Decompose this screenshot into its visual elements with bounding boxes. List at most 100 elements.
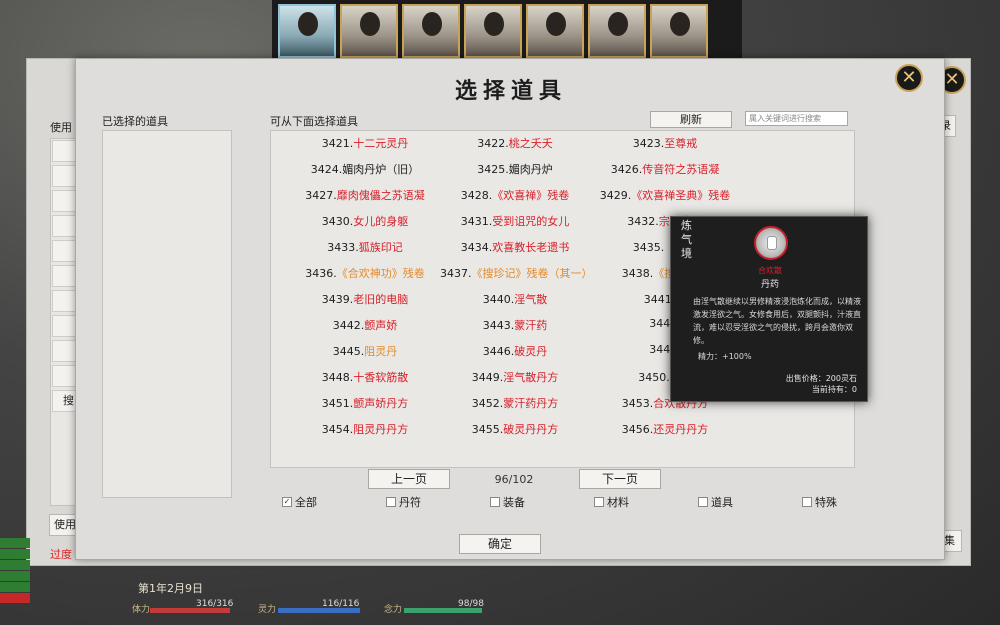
- filter-talisman-checkbox[interactable]: 丹符: [386, 494, 421, 510]
- item-entry[interactable]: 3439.老旧的电脑: [290, 291, 440, 307]
- background-list-row[interactable]: [52, 165, 76, 187]
- item-number: 3428.: [460, 189, 493, 202]
- item-entry[interactable]: 3445.阻灵丹: [290, 343, 440, 359]
- item-name: 狐族印记: [358, 241, 403, 254]
- item-entry[interactable]: 3456.还灵丹丹方: [590, 421, 740, 437]
- confirm-button[interactable]: 确定: [459, 534, 541, 554]
- item-entry[interactable]: 3448.十香软筋散: [290, 369, 440, 385]
- filter-label: 丹符: [399, 496, 421, 509]
- item-number: 3455.: [471, 423, 504, 436]
- item-name: 破灵丹: [514, 345, 548, 358]
- item-entry[interactable]: 3449.淫气散丹方: [440, 369, 590, 385]
- item-entry[interactable]: 3431.受到诅咒的女儿: [440, 213, 590, 229]
- item-name: 阻灵丹丹方: [353, 423, 409, 436]
- item-number: 3430.: [321, 215, 354, 228]
- filter-item-checkbox[interactable]: 道具: [698, 494, 733, 510]
- item-entry[interactable]: 3426.传音符之苏语凝: [590, 161, 740, 177]
- item-entry[interactable]: 3423.至尊戒: [590, 135, 740, 151]
- tooltip-price: 出售价格：200灵石: [785, 374, 857, 383]
- available-items-label: 可从下面选择道具: [270, 115, 358, 128]
- item-number: 3426.: [610, 163, 643, 176]
- background-list-row[interactable]: [52, 365, 76, 387]
- background-list-row[interactable]: [52, 290, 76, 312]
- background-use-button[interactable]: 使用: [49, 514, 77, 536]
- item-name: 蒙汗药丹方: [503, 397, 559, 410]
- item-number: 3442.: [332, 319, 365, 332]
- filter-label: 道具: [711, 496, 733, 509]
- item-name: 受到诅咒的女儿: [492, 215, 570, 228]
- next-page-button[interactable]: 下一页: [579, 469, 661, 489]
- filter-all-checkbox[interactable]: ✓ 全部: [282, 494, 317, 510]
- character-portrait[interactable]: [402, 4, 460, 58]
- refresh-button[interactable]: 刷新: [650, 111, 732, 128]
- item-number: 3434.: [460, 241, 493, 254]
- item-entry[interactable]: 3433.狐族印记: [290, 239, 440, 255]
- background-list-row[interactable]: [52, 340, 76, 362]
- sp-label: 念力: [384, 605, 403, 615]
- item-entry[interactable]: 3425.媚肉丹炉: [440, 161, 590, 177]
- character-portrait[interactable]: [464, 4, 522, 58]
- hp-label: 体力: [132, 605, 151, 615]
- character-portrait[interactable]: [340, 4, 398, 58]
- item-entry[interactable]: 3422.桃之夭夭: [440, 135, 590, 151]
- background-list-row[interactable]: [52, 215, 76, 237]
- background-list-row[interactable]: [52, 140, 76, 162]
- filter-special-checkbox[interactable]: 特殊: [802, 494, 837, 510]
- game-date: 第1年2月9日: [138, 582, 203, 595]
- item-number: 3431.: [460, 215, 493, 228]
- tooltip-item-name: 合欢散: [758, 266, 782, 275]
- hp-value: 316/316: [196, 599, 234, 609]
- search-input[interactable]: [745, 111, 848, 126]
- item-number: 3438.: [621, 267, 654, 280]
- filter-label: 特殊: [815, 496, 837, 509]
- item-name: 桃之夭夭: [508, 137, 553, 150]
- background-list-row[interactable]: [52, 240, 76, 262]
- item-entry[interactable]: 3429.《欢喜禅圣典》残卷: [590, 187, 740, 203]
- background-list-row[interactable]: [52, 265, 76, 287]
- item-entry[interactable]: 3421.十二元灵丹: [290, 135, 440, 151]
- background-list-row[interactable]: [52, 315, 76, 337]
- item-name: 媚肉丹炉（旧）: [342, 163, 420, 176]
- prev-page-button[interactable]: 上一页: [368, 469, 450, 489]
- selected-items-panel[interactable]: [102, 130, 232, 498]
- character-portrait-bar: [272, 0, 742, 58]
- item-entry[interactable]: 3440.淫气散: [440, 291, 590, 307]
- item-entry[interactable]: 3442.颤声娇: [290, 317, 440, 333]
- item-name: 《搜珍记》残卷（其一）: [471, 267, 593, 280]
- item-entry[interactable]: 3452.蒙汗药丹方: [440, 395, 590, 411]
- item-entry[interactable]: 3430.女儿的身躯: [290, 213, 440, 229]
- close-icon[interactable]: ✕: [895, 64, 923, 92]
- item-name: 还灵丹丹方: [653, 423, 709, 436]
- background-search-button[interactable]: 搜: [52, 390, 76, 412]
- item-entry[interactable]: 3451.颤声娇丹方: [290, 395, 440, 411]
- item-name: 破灵丹丹方: [503, 423, 559, 436]
- item-entry[interactable]: 3427.靡肉傀儡之苏语凝: [290, 187, 440, 203]
- pill-icon: [754, 226, 788, 260]
- character-portrait[interactable]: [650, 4, 708, 58]
- item-entry[interactable]: 3428.《欢喜禅》残卷: [440, 187, 590, 203]
- item-name: 十二元灵丹: [353, 137, 409, 150]
- item-entry[interactable]: 3424.媚肉丹炉（旧）: [290, 161, 440, 177]
- item-number: 3456.: [621, 423, 654, 436]
- item-entry[interactable]: 3443.蒙汗药: [440, 317, 590, 333]
- sp-value: 98/98: [458, 599, 484, 609]
- filter-equipment-checkbox[interactable]: 装备: [490, 494, 525, 510]
- item-entry[interactable]: 3455.破灵丹丹方: [440, 421, 590, 437]
- character-portrait[interactable]: [588, 4, 646, 58]
- item-number: 3435.: [632, 241, 665, 254]
- item-entry[interactable]: 3436.《合欢神功》残卷: [290, 265, 440, 281]
- background-list-row[interactable]: [52, 190, 76, 212]
- item-name: 靡肉傀儡之苏语凝: [336, 189, 425, 202]
- item-entry[interactable]: 3434.欢喜教长老遗书: [440, 239, 590, 255]
- background-warning-text: 过度: [50, 548, 72, 561]
- character-portrait[interactable]: [526, 4, 584, 58]
- item-name: 十香软筋散: [353, 371, 409, 384]
- item-number: 3437.: [440, 267, 472, 280]
- item-entry[interactable]: 3437.《搜珍记》残卷（其一）: [440, 265, 593, 281]
- filter-material-checkbox[interactable]: 材料: [594, 494, 629, 510]
- item-number: 3451.: [321, 397, 354, 410]
- item-entry[interactable]: 3446.破灵丹: [440, 343, 590, 359]
- item-entry[interactable]: 3454.阻灵丹丹方: [290, 421, 440, 437]
- item-name: 《欢喜禅》残卷: [492, 189, 570, 202]
- character-portrait[interactable]: [278, 4, 336, 58]
